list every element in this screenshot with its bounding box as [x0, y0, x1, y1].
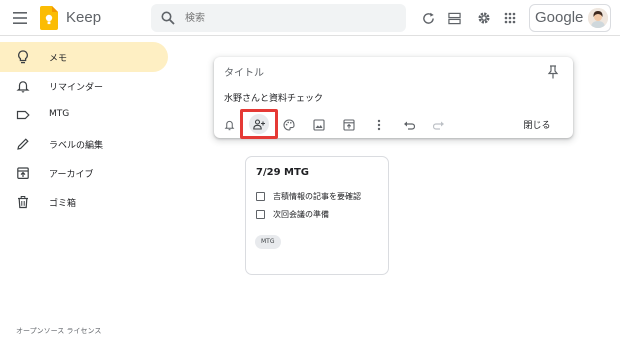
sidebar-item-trash[interactable]: ゴミ箱	[0, 187, 168, 217]
account-switcher[interactable]: Google	[529, 4, 611, 32]
list-view-icon[interactable]	[446, 10, 462, 26]
apps-grid-icon[interactable]	[502, 10, 518, 26]
google-brand: Google	[535, 9, 584, 26]
search-input[interactable]	[185, 9, 385, 27]
archive-note-icon[interactable]	[342, 118, 356, 132]
top-bar: Keep Google	[0, 0, 620, 36]
palette-icon[interactable]	[282, 118, 296, 132]
app-title: Keep	[66, 9, 102, 26]
avatar[interactable]	[588, 8, 608, 28]
pencil-icon	[16, 137, 30, 151]
remind-icon[interactable]	[222, 118, 236, 132]
search-icon[interactable]	[161, 11, 175, 25]
list-item-text: 次回会議の準備	[273, 209, 329, 219]
sidebar-item-edit-labels[interactable]: ラベルの編集	[0, 129, 168, 159]
sidebar: メモ リマインダー MTG ラベルの編集 アーカイブ ゴミ箱	[0, 37, 175, 348]
sidebar-item-label: MTG	[49, 109, 70, 119]
list-item: 次回会議の準備	[256, 207, 329, 221]
note-card-title: 7/29 MTG	[256, 167, 309, 178]
note-title-input[interactable]: タイトル	[224, 64, 524, 80]
main-menu-icon[interactable]	[10, 9, 30, 27]
search-bar[interactable]	[151, 4, 406, 32]
sidebar-item-notes[interactable]: メモ	[0, 42, 168, 72]
sidebar-item-reminders[interactable]: リマインダー	[0, 71, 168, 101]
bell-icon	[16, 79, 30, 93]
archive-icon	[16, 166, 30, 180]
open-source-licenses-link[interactable]: オープンソース ライセンス	[16, 326, 101, 336]
sidebar-item-label: リマインダー	[49, 83, 104, 93]
image-icon[interactable]	[312, 118, 326, 132]
more-icon[interactable]	[372, 118, 386, 132]
trash-icon	[16, 195, 30, 209]
checkbox[interactable]	[256, 209, 265, 219]
sidebar-item-label: メモ	[49, 54, 68, 64]
undo-icon[interactable]	[402, 118, 416, 132]
pin-icon[interactable]	[547, 65, 559, 79]
sidebar-item-archive[interactable]: アーカイブ	[0, 158, 168, 188]
redo-icon[interactable]	[432, 118, 446, 132]
label-icon	[16, 108, 30, 122]
close-button[interactable]: 閉じる	[514, 118, 560, 134]
sidebar-item-label: アーカイブ	[49, 170, 94, 180]
list-item: 吉積情報の記事を要確認	[256, 189, 361, 203]
label-chip[interactable]: MTG	[255, 235, 281, 249]
settings-gear-icon[interactable]	[476, 10, 492, 26]
checkbox[interactable]	[256, 191, 265, 201]
note-body[interactable]: 水野さんと資料チェック	[224, 91, 323, 104]
sidebar-item-label: ラベルの編集	[49, 141, 104, 151]
note-card[interactable]: 7/29 MTG 吉積情報の記事を要確認 次回会議の準備 MTG	[245, 156, 389, 275]
collaborator-icon[interactable]	[249, 114, 269, 134]
lightbulb-icon	[16, 50, 30, 64]
sidebar-item-label: ゴミ箱	[49, 199, 77, 209]
refresh-icon[interactable]	[420, 10, 436, 26]
sidebar-item-mtg[interactable]: MTG	[0, 100, 168, 130]
keep-logo-icon	[40, 6, 58, 30]
list-item-text: 吉積情報の記事を要確認	[273, 191, 361, 201]
